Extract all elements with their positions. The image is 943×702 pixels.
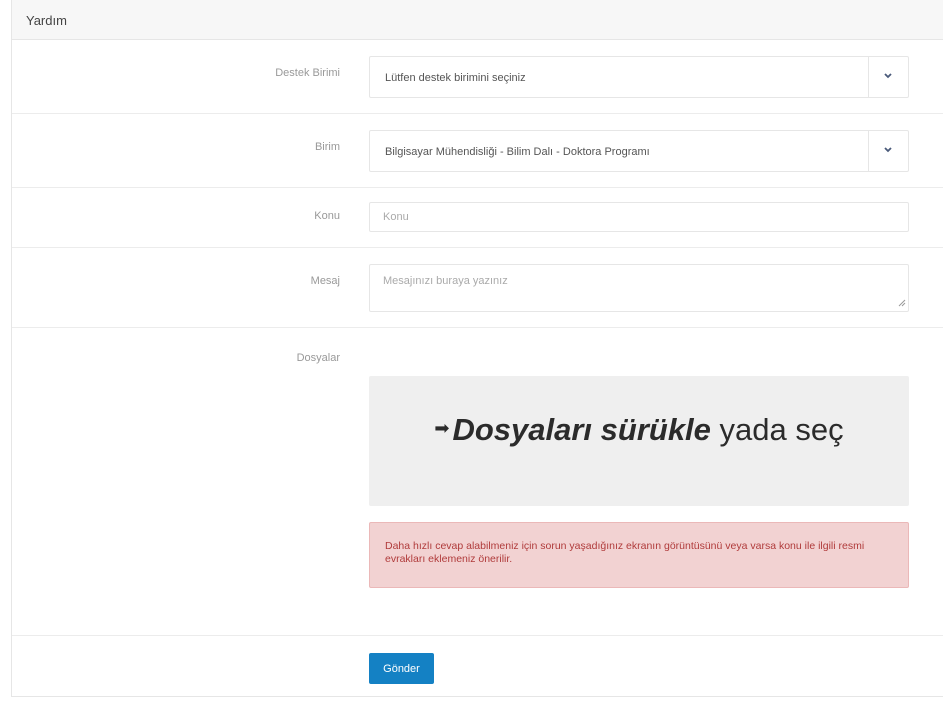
page-title: Yardım bbox=[26, 13, 67, 28]
dropzone-drag-text: Dosyaları sürükle bbox=[452, 412, 711, 447]
department-dropdown-toggle[interactable] bbox=[868, 131, 908, 171]
department-row: Birim Bilgisayar Mühendisliği - Bilim Da… bbox=[12, 114, 943, 188]
unit-select-value: Lütfen destek birimini seçiniz bbox=[385, 72, 526, 84]
unit-select[interactable]: Lütfen destek birimini seçiniz bbox=[369, 56, 909, 98]
dropzone-select-text[interactable]: yada seç bbox=[720, 412, 844, 447]
unit-label: Destek Birimi bbox=[275, 67, 340, 79]
message-textarea[interactable] bbox=[369, 264, 909, 312]
info-alert: Daha hızlı cevap alabilmeniz için sorun … bbox=[369, 522, 909, 588]
department-label: Birim bbox=[314, 141, 340, 153]
chevron-down-icon bbox=[884, 73, 892, 79]
files-label: Dosyalar bbox=[296, 352, 340, 364]
dropzone-text: ➡Dosyaları sürükle yada seç bbox=[369, 412, 909, 448]
department-select-value: Bilgisayar Mühendisliği - Bilim Dalı - D… bbox=[385, 146, 650, 158]
submit-button[interactable]: Gönder bbox=[369, 653, 434, 684]
department-select[interactable]: Bilgisayar Mühendisliği - Bilim Dalı - D… bbox=[369, 130, 909, 172]
help-panel: Yardım Destek Birimi Lütfen destek birim… bbox=[11, 0, 943, 697]
resize-handle-icon[interactable] bbox=[898, 299, 906, 307]
file-dropzone[interactable]: ➡Dosyaları sürükle yada seç bbox=[369, 376, 909, 506]
chevron-down-icon bbox=[884, 147, 892, 153]
message-label: Mesaj bbox=[310, 275, 340, 287]
unit-row: Destek Birimi Lütfen destek birimini seç… bbox=[12, 40, 943, 114]
panel-header: Yardım bbox=[12, 0, 943, 40]
arrow-right-icon: ➡ bbox=[434, 418, 450, 438]
subject-input[interactable] bbox=[369, 202, 909, 232]
subject-label: Konu bbox=[314, 210, 340, 222]
unit-dropdown-toggle[interactable] bbox=[868, 57, 908, 97]
